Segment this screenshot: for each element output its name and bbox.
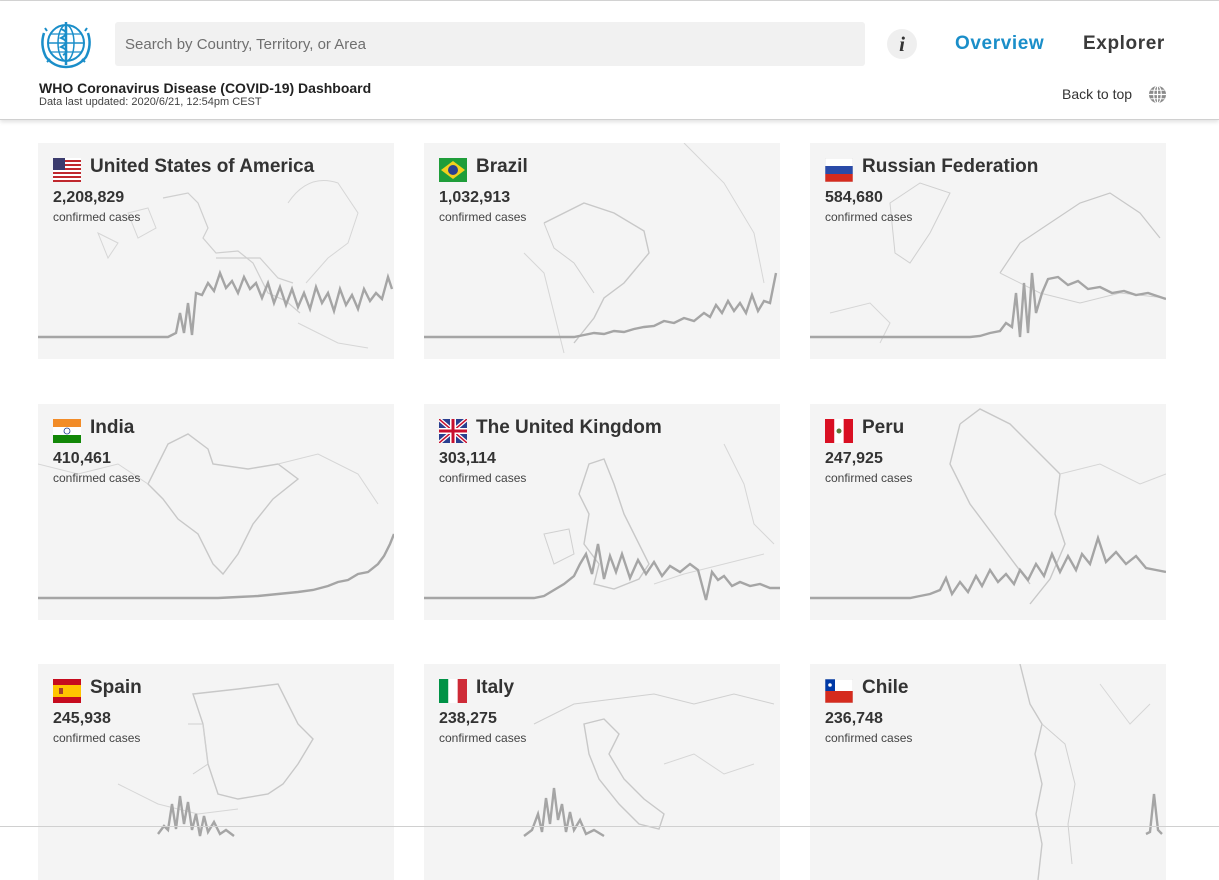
who-emblem-icon[interactable]	[38, 19, 94, 69]
country-card-usa[interactable]: United States of America 2,208,829 confi…	[38, 143, 394, 359]
chile-flag-icon	[825, 679, 853, 703]
country-name: United States of America	[90, 156, 315, 177]
confirmed-count: 238,275	[439, 710, 497, 727]
confirmed-count: 410,461	[53, 450, 111, 467]
italy-flag-icon	[439, 679, 467, 703]
back-to-top-link[interactable]: Back to top	[1062, 86, 1132, 102]
country-card-india[interactable]: India 410,461 confirmed cases	[38, 404, 394, 620]
dashboard-header: i Overview Explorer WHO Coronavirus Dise…	[0, 1, 1219, 120]
country-card-brazil[interactable]: Brazil 1,032,913 confirmed cases	[424, 143, 780, 359]
search-input[interactable]	[115, 22, 865, 66]
info-button[interactable]: i	[887, 29, 917, 59]
uk-flag-icon	[439, 419, 467, 443]
country-card-peru[interactable]: Peru 247,925 confirmed cases	[810, 404, 1166, 620]
confirmed-label: confirmed cases	[439, 210, 527, 224]
peru-flag-icon	[825, 419, 853, 443]
globe-icon[interactable]	[1148, 85, 1167, 104]
confirmed-label: confirmed cases	[825, 731, 913, 745]
country-name: Italy	[476, 677, 515, 698]
page-title: WHO Coronavirus Disease (COVID-19) Dashb…	[39, 80, 372, 96]
confirmed-label: confirmed cases	[825, 471, 913, 485]
country-card-spain[interactable]: Spain 245,938 confirmed cases	[38, 664, 394, 880]
confirmed-label: confirmed cases	[439, 731, 527, 745]
confirmed-label: confirmed cases	[825, 210, 913, 224]
nav-overview-link[interactable]: Overview	[955, 33, 1044, 55]
confirmed-count: 2,208,829	[53, 189, 125, 206]
country-card-chile[interactable]: Chile 236,748 confirmed cases	[810, 664, 1166, 880]
country-name: India	[90, 417, 135, 438]
confirmed-label: confirmed cases	[53, 731, 141, 745]
country-name: Chile	[862, 677, 909, 698]
country-card-italy[interactable]: Italy 238,275 confirmed cases	[424, 664, 780, 880]
nav-explorer-link[interactable]: Explorer	[1083, 33, 1165, 55]
brazil-flag-icon	[439, 158, 467, 182]
confirmed-count: 303,114	[439, 450, 496, 467]
confirmed-label: confirmed cases	[439, 471, 527, 485]
country-card-united-kingdom[interactable]: The United Kingdom 303,114 confirmed cas…	[424, 404, 780, 620]
india-flag-icon	[53, 419, 81, 443]
country-name: Russian Federation	[862, 156, 1039, 177]
russia-flag-icon	[825, 158, 853, 182]
confirmed-count: 245,938	[53, 710, 111, 727]
country-name: The United Kingdom	[476, 417, 662, 438]
confirmed-count: 1,032,913	[439, 189, 511, 206]
country-card-russia[interactable]: Russian Federation 584,680 confirmed cas…	[810, 143, 1166, 359]
confirmed-label: confirmed cases	[53, 210, 141, 224]
spain-flag-icon	[53, 679, 81, 703]
confirmed-count: 584,680	[825, 189, 883, 206]
last-updated-text: Data last updated: 2020/6/21, 12:54pm CE…	[39, 96, 262, 108]
country-name: Peru	[862, 417, 905, 438]
usa-flag-icon	[53, 158, 81, 182]
country-name: Brazil	[476, 156, 528, 177]
country-name: Spain	[90, 677, 142, 698]
confirmed-count: 247,925	[825, 450, 883, 467]
confirmed-count: 236,748	[825, 710, 883, 727]
confirmed-label: confirmed cases	[53, 471, 141, 485]
